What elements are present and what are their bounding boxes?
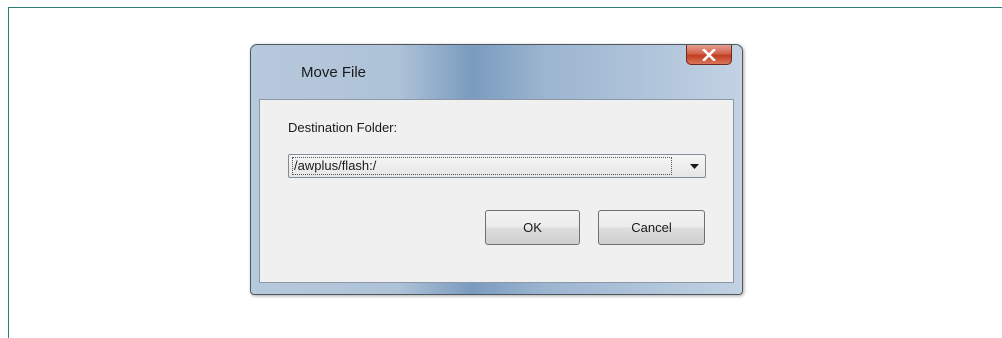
dialog-title: Move File — [301, 64, 367, 81]
frame-border-top — [8, 7, 1002, 8]
chevron-down-icon[interactable] — [690, 164, 699, 169]
destination-folder-select[interactable]: /awplus/flash:/ — [288, 154, 706, 178]
destination-folder-value: /awplus/flash:/ — [292, 157, 672, 175]
ok-button[interactable]: OK — [485, 210, 580, 245]
destination-folder-label: Destination Folder: — [288, 120, 398, 135]
frame-border-left — [8, 7, 9, 338]
move-file-dialog: Move File Destination Folder: /awplus/fl… — [250, 44, 743, 295]
dialog-content: Destination Folder: /awplus/flash:/ OK C… — [259, 99, 734, 283]
dialog-titlebar[interactable]: Move File — [251, 45, 742, 99]
close-button[interactable] — [686, 45, 732, 65]
close-x-icon — [702, 48, 716, 61]
cancel-button[interactable]: Cancel — [598, 210, 705, 245]
